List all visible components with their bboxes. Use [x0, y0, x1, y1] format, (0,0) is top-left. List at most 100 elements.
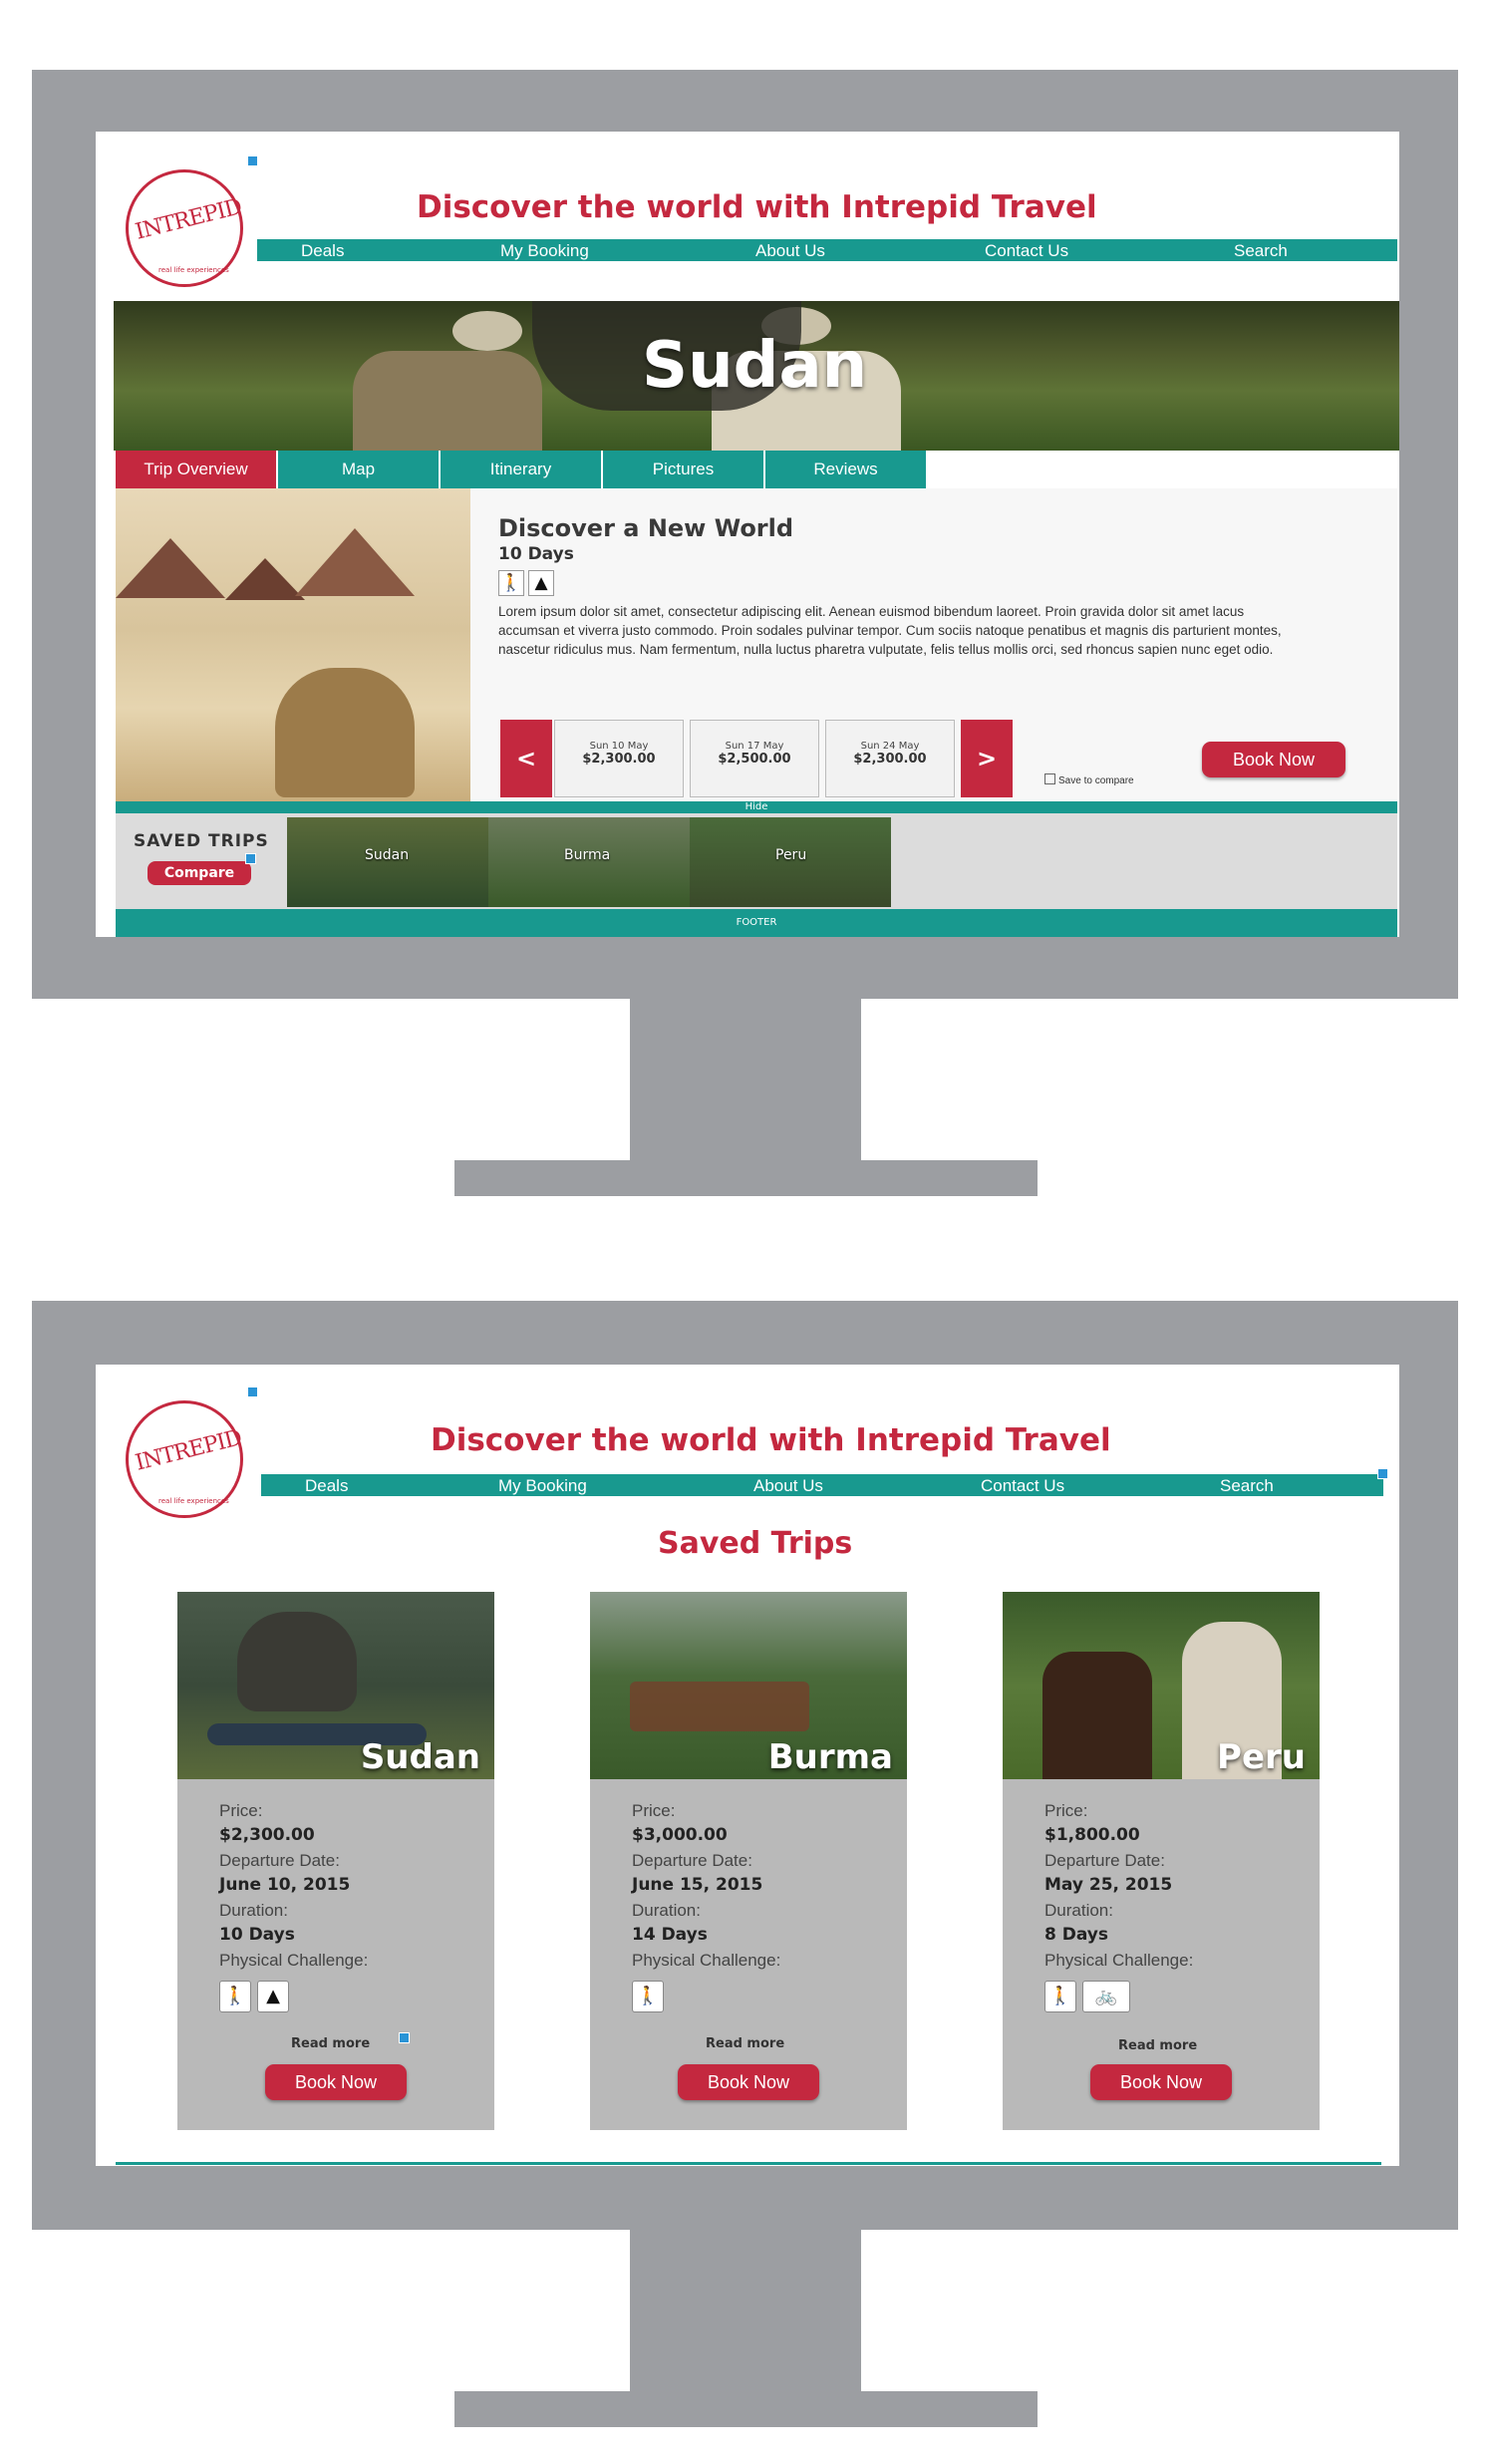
trip-card-sudan: Sudan Price: $2,300.00 Departure Date: J… [177, 1592, 494, 2130]
saved-thumb-peru[interactable]: Peru [690, 817, 891, 907]
book-now-button[interactable]: Book Now [678, 2064, 819, 2100]
date-option[interactable]: Sun 17 May $2,500.00 [690, 720, 819, 797]
checkbox-box[interactable] [1044, 773, 1055, 784]
hero-figure [353, 351, 542, 451]
challenge-label: Physical Challenge: [219, 1951, 369, 1970]
read-more-link[interactable]: Read more [1118, 2038, 1197, 2053]
departure-label: Departure Date: [1044, 1851, 1165, 1870]
hikers-shape [630, 1682, 809, 1731]
intrepid-logo[interactable]: INTREPID real life experiences [126, 1400, 244, 1518]
compare-button[interactable]: Compare [148, 861, 251, 885]
read-more-link[interactable]: Read more [291, 2036, 370, 2051]
hiking-icon: 🚶 [1044, 1981, 1076, 2012]
next-date-button[interactable]: > [961, 720, 1013, 797]
hero-banner: Sudan [114, 301, 1399, 451]
hiking-icon: 🚶 [632, 1981, 664, 2012]
trip-card-image: Sudan [177, 1592, 494, 1779]
page-headline: Discover the world with Intrepid Travel [431, 1422, 1111, 1458]
date-label: Sun 17 May [725, 741, 784, 752]
departure-value: June 15, 2015 [632, 1875, 763, 1895]
date-option[interactable]: Sun 10 May $2,300.00 [554, 720, 684, 797]
footer-line [116, 2162, 1381, 2165]
pyramid-shape [225, 558, 305, 600]
monitor-2-screen: INTREPID real life experiences Discover … [96, 1365, 1399, 2166]
trip-card-burma: Burma Price: $3,000.00 Departure Date: J… [590, 1592, 907, 2130]
trip-card-title: Sudan [360, 1737, 480, 1777]
duration-label: Duration: [1044, 1901, 1113, 1920]
saved-thumb-label: Sudan [365, 847, 410, 863]
cycling-icon: 🚲 [1082, 1981, 1130, 2012]
trip-content-title: Discover a New World [498, 514, 794, 542]
saved-trips-label: SAVED TRIPS [134, 831, 269, 851]
footer: FOOTER [116, 909, 1397, 937]
pyramid-shape [295, 528, 415, 596]
date-label: Sun 10 May [589, 741, 649, 752]
date-price: $2,500.00 [718, 752, 791, 767]
departure-value: May 25, 2015 [1044, 1875, 1173, 1895]
nav-contact-us[interactable]: Contact Us [981, 1476, 1064, 1496]
read-more-link[interactable]: Read more [706, 2036, 784, 2051]
intrepid-logo[interactable]: INTREPID real life experiences [126, 169, 244, 287]
book-now-button[interactable]: Book Now [1090, 2064, 1232, 2100]
challenge-label: Physical Challenge: [1044, 1951, 1194, 1970]
monitor-2-foot [454, 2391, 1038, 2427]
price-value: $3,000.00 [632, 1825, 728, 1845]
tab-trip-overview[interactable]: Trip Overview [116, 451, 278, 488]
camel-shape [275, 668, 415, 797]
tab-map[interactable]: Map [278, 451, 441, 488]
departure-label: Departure Date: [632, 1851, 752, 1870]
nav-deals[interactable]: Deals [301, 241, 344, 261]
saved-thumb-burma[interactable]: Burma [488, 817, 690, 907]
tab-reviews[interactable]: Reviews [765, 451, 928, 488]
nav-contact-us[interactable]: Contact Us [985, 241, 1068, 261]
annotation-marker-icon [247, 155, 258, 166]
date-price: $2,300.00 [853, 752, 927, 767]
nav-my-booking[interactable]: My Booking [500, 241, 589, 261]
main-nav: Deals My Booking About Us Contact Us Sea… [257, 239, 1397, 261]
nav-about-us[interactable]: About Us [755, 241, 825, 261]
price-label: Price: [632, 1801, 676, 1820]
save-to-compare-label: Save to compare [1058, 775, 1134, 786]
book-now-button[interactable]: Book Now [265, 2064, 407, 2100]
monitor-2-neck [630, 2230, 861, 2391]
nav-about-us[interactable]: About Us [753, 1476, 823, 1496]
horse-shape [1042, 1652, 1152, 1779]
hide-bar[interactable]: Hide [116, 801, 1397, 813]
price-value: $1,800.00 [1044, 1825, 1140, 1845]
book-now-button[interactable]: Book Now [1202, 742, 1345, 777]
tab-pictures[interactable]: Pictures [603, 451, 765, 488]
duration-value: 8 Days [1044, 1925, 1109, 1945]
page-headline: Discover the world with Intrepid Travel [417, 189, 1097, 225]
annotation-marker-icon [1377, 1468, 1388, 1479]
saved-trips-heading: Saved Trips [658, 1526, 853, 1561]
nav-deals[interactable]: Deals [305, 1476, 348, 1496]
trip-card-title: Peru [1217, 1737, 1306, 1777]
saved-thumb-label: Peru [775, 847, 807, 863]
save-to-compare-checkbox[interactable]: Save to compare [1044, 773, 1134, 786]
nav-my-booking[interactable]: My Booking [498, 1476, 587, 1496]
hero-figure-hat [452, 311, 522, 351]
logo-wordmark: INTREPID [133, 194, 244, 245]
monitor-1-screen: INTREPID real life experiences Discover … [96, 132, 1399, 937]
nav-search[interactable]: Search [1220, 1476, 1274, 1496]
saved-thumb-sudan[interactable]: Sudan [287, 817, 488, 907]
departure-label: Departure Date: [219, 1851, 340, 1870]
departure-value: June 10, 2015 [219, 1875, 351, 1895]
nav-search[interactable]: Search [1234, 241, 1288, 261]
annotation-marker-icon [245, 853, 256, 864]
tab-itinerary[interactable]: Itinerary [441, 451, 603, 488]
duration-value: 14 Days [632, 1925, 708, 1945]
saved-thumb-label: Burma [564, 847, 611, 863]
trip-photo [116, 488, 470, 802]
monitor-1-neck [630, 999, 861, 1160]
trip-card-title: Burma [767, 1737, 893, 1777]
hero-title: Sudan [642, 329, 868, 403]
date-price: $2,300.00 [582, 752, 656, 767]
prev-date-button[interactable]: < [500, 720, 552, 797]
date-option[interactable]: Sun 24 May $2,300.00 [825, 720, 955, 797]
date-label: Sun 24 May [860, 741, 920, 752]
challenge-label: Physical Challenge: [632, 1951, 781, 1970]
main-nav: Deals My Booking About Us Contact Us Sea… [261, 1474, 1383, 1496]
duration-label: Duration: [219, 1901, 288, 1920]
duration-value: 10 Days [219, 1925, 295, 1945]
